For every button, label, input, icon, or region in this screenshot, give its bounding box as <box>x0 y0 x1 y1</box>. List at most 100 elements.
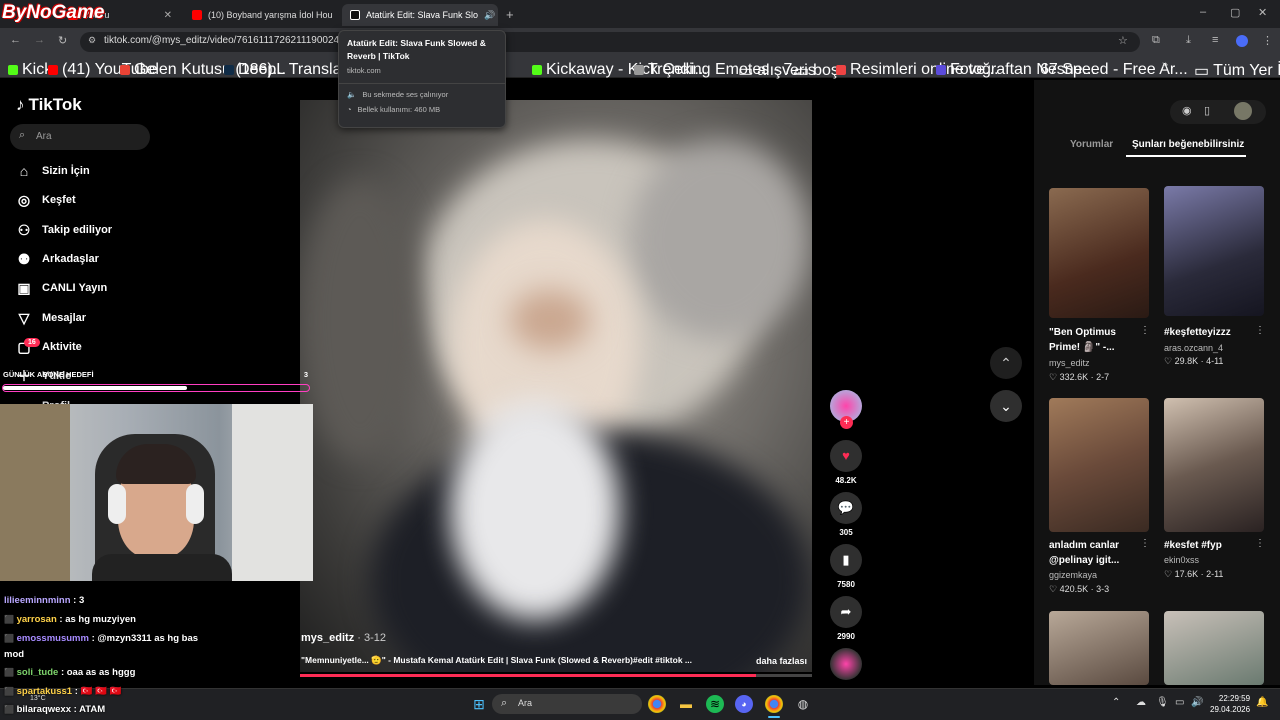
more-link[interactable]: daha fazlası <box>756 656 807 666</box>
tiktok-logo[interactable]: ♪ TikTok <box>16 95 82 115</box>
video-player[interactable] <box>300 100 812 672</box>
suggested-stats: ♡ 332.6K · 2-7 <box>1049 372 1110 382</box>
next-video-button[interactable]: ⌄ <box>990 390 1022 422</box>
comment-icon: 💬 <box>830 492 862 524</box>
back-icon[interactable]: ← <box>10 34 21 46</box>
share-button[interactable]: ➦ 2990 <box>830 596 862 641</box>
suggested-thumbnail[interactable] <box>1164 186 1264 316</box>
youtube-icon <box>192 10 202 20</box>
tab-boyband[interactable]: (10) Boyband yarışma İdol Hou ✕ <box>184 4 340 26</box>
save-button[interactable]: ▮ 7580 <box>830 544 862 589</box>
maximize-icon[interactable]: ▢ <box>1230 6 1240 19</box>
previous-video-button[interactable]: ⌃ <box>990 347 1022 379</box>
suggested-title[interactable]: anladım canlar @pelinay igit... <box>1049 538 1149 568</box>
more-options-icon[interactable]: ⋮ <box>1140 325 1150 336</box>
address-bar[interactable]: tiktok.com/@mys_editz/video/761611172621… <box>80 32 1140 52</box>
tray-app-icon[interactable]: ☁ <box>1136 697 1146 708</box>
tab-suggested[interactable]: Şunları beğenebilirsiniz <box>1132 139 1244 150</box>
nav-following[interactable]: ⚇ Takip ediliyor <box>16 220 112 240</box>
badge-icon: ⬛ <box>4 634 14 643</box>
nav-explore[interactable]: ◎ Keşfet <box>16 190 76 210</box>
chat-text: : 3 <box>70 595 85 606</box>
suggested-thumbnail[interactable] <box>1049 611 1149 685</box>
spotify-icon[interactable]: ≋ <box>706 695 724 713</box>
file-explorer-icon[interactable]: ▬ <box>677 695 695 713</box>
discord-icon[interactable]: ◕ <box>735 695 753 713</box>
chat-user: emossmusumm <box>16 633 89 644</box>
windows-start-icon[interactable]: ⊞ <box>470 695 488 713</box>
bookmark-star-icon[interactable]: ☆ <box>1118 34 1128 47</box>
tab-tiktok-active[interactable]: Atatürk Edit: Slava Funk Slo 🔊 ✕ <box>342 4 498 26</box>
volume-icon[interactable]: 🔊 <box>1191 697 1203 708</box>
suggested-thumbnail[interactable] <box>1049 188 1149 318</box>
suggested-user[interactable]: ggizemkaya <box>1049 570 1097 580</box>
nav-live[interactable]: ▣ CANLI Yayın <box>16 278 107 298</box>
new-tab-button[interactable]: + <box>506 7 514 22</box>
comment-button[interactable]: 💬 305 <box>830 492 862 537</box>
nav-for-you[interactable]: ⌂ Sizin İçin <box>16 161 90 181</box>
suggested-thumbnail[interactable] <box>1049 398 1149 532</box>
webcam-overlay <box>0 404 313 581</box>
video-author[interactable]: mys_editz · 3-12 <box>301 632 386 644</box>
nav-friends[interactable]: ⚉ Arkadaşlar <box>16 249 99 269</box>
suggested-user[interactable]: mys_editz <box>1049 358 1090 368</box>
close-icon[interactable]: ✕ <box>339 10 340 21</box>
active-app-indicator <box>768 716 780 718</box>
user-avatar[interactable] <box>1234 102 1252 120</box>
media-icon[interactable]: ≡ <box>1212 34 1218 46</box>
more-options-icon[interactable]: ⋮ <box>1255 325 1265 336</box>
suggested-title[interactable]: #kesfet #fyp <box>1164 538 1264 553</box>
phone-icon[interactable]: ▯ <box>1204 104 1210 117</box>
nav-messages[interactable]: ▽ Mesajlar <box>16 308 86 328</box>
notification-bell-icon[interactable]: 🔔 <box>1256 697 1268 708</box>
music-disc-button[interactable] <box>830 648 862 680</box>
folder-icon: ▭ <box>738 63 754 80</box>
bookmark-icon: ▮ <box>830 544 862 576</box>
close-icon[interactable]: ✕ <box>164 10 172 21</box>
speaker-icon: 🔊 <box>484 9 496 20</box>
bookmark-kick[interactable]: Kick <box>8 61 52 79</box>
author-avatar-button[interactable]: + <box>830 390 862 429</box>
tray-overflow-icon[interactable]: ⌃ <box>1112 697 1120 708</box>
reload-icon[interactable]: ↻ <box>58 34 67 47</box>
suggested-thumbnail[interactable] <box>1164 611 1264 685</box>
suggested-title[interactable]: "Ben Optimus Prime! 🗿" -... <box>1049 325 1149 355</box>
more-options-icon[interactable]: ⋮ <box>1140 538 1150 549</box>
microphone-icon[interactable]: 🎙 <box>1156 697 1169 708</box>
chat-text: : oaa as as hggg <box>58 667 136 678</box>
taskbar-search[interactable]: ⌕ Ara <box>492 694 642 714</box>
minimize-icon[interactable]: – <box>1200 6 1206 18</box>
follow-plus-icon[interactable]: + <box>840 416 853 429</box>
window-close-icon[interactable]: ✕ <box>1258 6 1267 19</box>
taskbar-clock[interactable]: 22:29:59 29.04.2026 <box>1210 693 1250 715</box>
bookmark-folder-bos[interactable]: ▭ boş <box>794 61 839 81</box>
chrome-icon[interactable] <box>648 695 666 713</box>
search-input[interactable]: ⌕ Ara <box>10 124 150 150</box>
like-button[interactable]: ♥ 48.2K <box>830 440 862 485</box>
profile-avatar[interactable] <box>1236 35 1248 47</box>
site-info-icon[interactable]: ⚙ <box>88 35 96 46</box>
badge-icon: ⬛ <box>4 668 14 677</box>
extensions-icon[interactable]: ⧉ <box>1152 34 1160 47</box>
coin-icon[interactable]: ◉ <box>1182 104 1192 117</box>
nav-label: Keşfet <box>42 194 76 206</box>
all-bookmarks[interactable]: ▭Tüm Yer İşaretleri <box>1194 61 1280 81</box>
badge-icon: ⬛ <box>4 615 14 624</box>
kick-icon <box>8 65 18 75</box>
more-bookmarks-icon[interactable]: » <box>1162 59 1168 71</box>
author-name: mys_editz <box>301 632 355 644</box>
more-options-icon[interactable]: ⋮ <box>1255 538 1265 549</box>
suggested-title[interactable]: #keşfetteyizzz <box>1164 325 1264 340</box>
suggested-user[interactable]: aras.ozcann_4 <box>1164 343 1223 353</box>
download-icon[interactable]: ⤓ <box>1186 34 1191 47</box>
tab-comments[interactable]: Yorumlar <box>1070 139 1113 150</box>
obs-icon[interactable]: ◍ <box>794 695 812 713</box>
chrome-active-icon[interactable] <box>765 695 783 713</box>
suggested-thumbnail[interactable] <box>1164 398 1264 532</box>
live-icon: ▣ <box>17 279 31 296</box>
network-icon[interactable]: ▭ <box>1175 697 1184 708</box>
suggested-user[interactable]: ekin0xss <box>1164 555 1199 565</box>
forward-icon[interactable]: → <box>34 34 45 46</box>
share-count: 2990 <box>837 632 855 641</box>
menu-icon[interactable]: ⋮ <box>1262 34 1273 47</box>
